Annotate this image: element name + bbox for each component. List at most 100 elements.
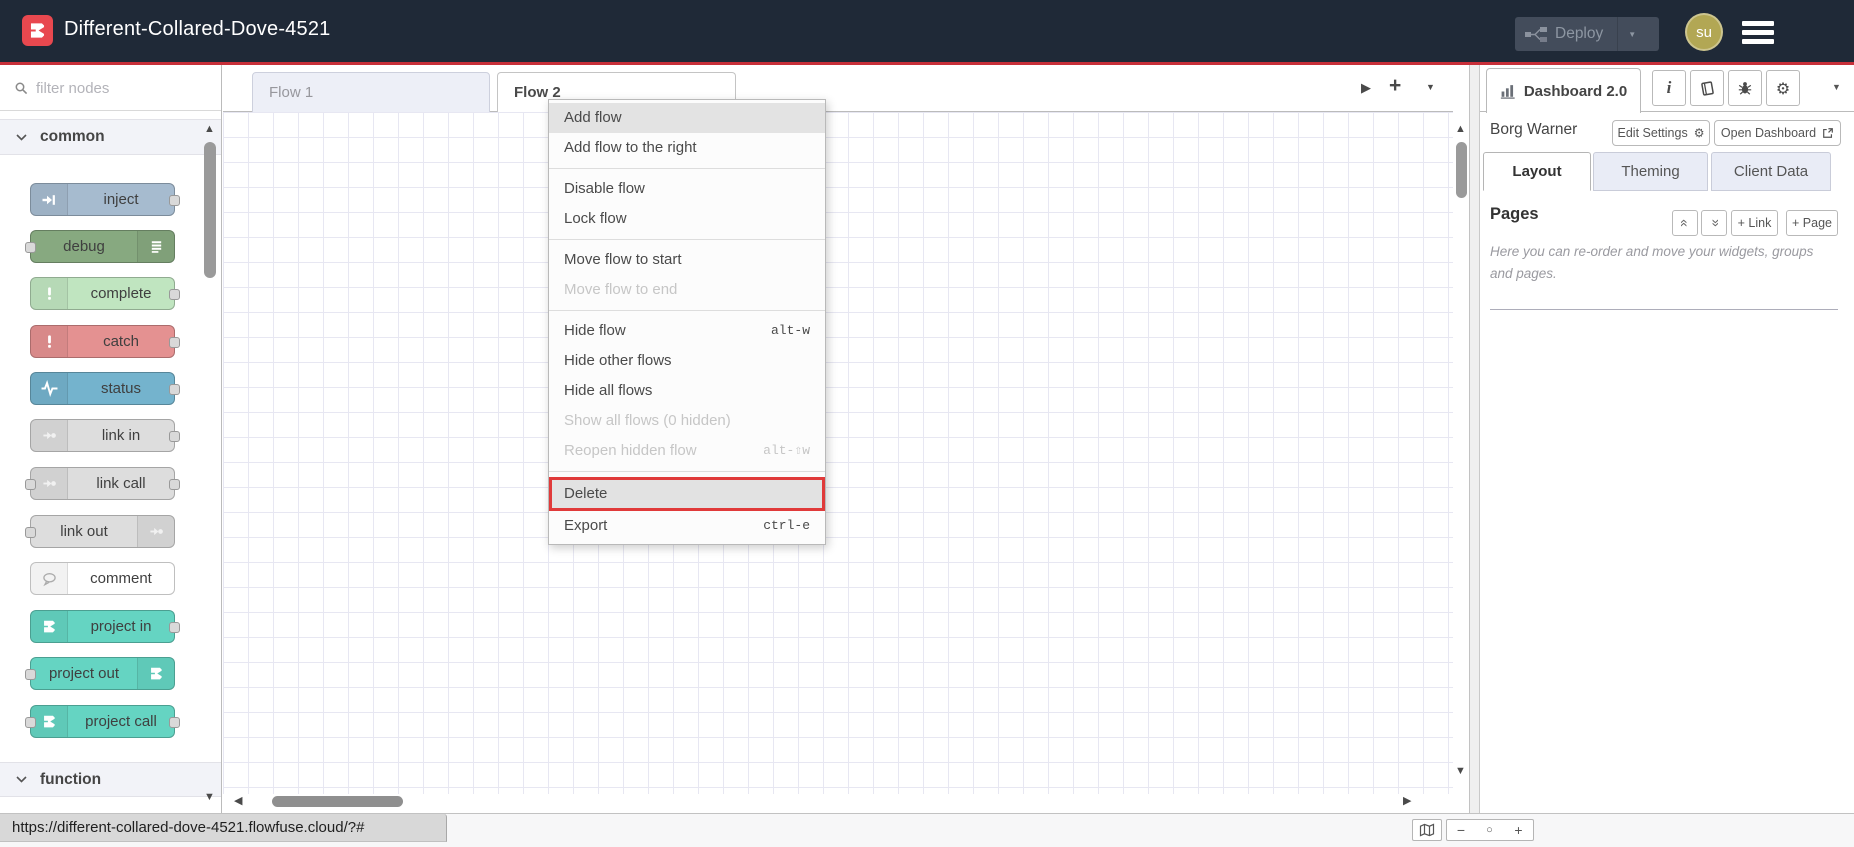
menu-item-hide-other-flows[interactable]: Hide other flows bbox=[549, 346, 825, 376]
deploy-nodes-icon bbox=[1525, 26, 1547, 42]
menu-item-label: Export bbox=[564, 517, 608, 534]
flowfuse-logo-icon[interactable] bbox=[22, 15, 53, 46]
open-dashboard-button[interactable]: Open Dashboard bbox=[1714, 120, 1841, 146]
canvas-scroll-down-icon[interactable]: ▼ bbox=[1455, 764, 1466, 778]
palette-node-comment[interactable]: comment bbox=[30, 562, 175, 595]
add-link-label: + Link bbox=[1737, 216, 1772, 230]
tab-theming[interactable]: Theming bbox=[1593, 152, 1708, 191]
menu-item-lock-flow[interactable]: Lock flow bbox=[549, 204, 825, 234]
menu-item-add-flow[interactable]: Add flow bbox=[549, 103, 825, 133]
menu-item-label: Disable flow bbox=[564, 180, 645, 197]
node-output-port[interactable] bbox=[169, 479, 180, 490]
user-avatar[interactable]: su bbox=[1685, 13, 1723, 51]
sidebar-panel-label: Dashboard 2.0 bbox=[1523, 82, 1628, 100]
flow-list-caret-icon[interactable]: ▼ bbox=[1426, 82, 1435, 92]
palette-node-project-in[interactable]: project in bbox=[30, 610, 180, 643]
info-tab-button[interactable]: i bbox=[1652, 70, 1686, 106]
node-input-port[interactable] bbox=[25, 669, 36, 680]
flow-grid bbox=[223, 112, 1453, 794]
zoom-reset-button[interactable]: ○ bbox=[1475, 819, 1505, 841]
debug-tab-button[interactable] bbox=[1728, 70, 1762, 106]
menu-item-hide-flow[interactable]: Hide flow alt-w bbox=[549, 316, 825, 346]
add-flow-icon[interactable]: + bbox=[1389, 74, 1401, 98]
node-output-port[interactable] bbox=[169, 195, 180, 206]
palette-scrollbar-thumb[interactable] bbox=[204, 142, 216, 278]
flow-context-menu: Add flow Add flow to the right Disable flo… bbox=[548, 99, 826, 545]
palette-category-common[interactable]: common bbox=[0, 119, 221, 155]
menu-item-add-flow-to-the-right[interactable]: Add flow to the right bbox=[549, 133, 825, 163]
palette-node-status[interactable]: status bbox=[30, 372, 180, 405]
menu-item-shortcut: alt-w bbox=[770, 323, 810, 338]
menu-item-delete[interactable]: Delete bbox=[549, 477, 825, 511]
pages-help-text: Here you can re-order and move your widg… bbox=[1490, 244, 1814, 282]
canvas-scroll-right-icon[interactable]: ▶ bbox=[1403, 794, 1411, 808]
bug-icon bbox=[1738, 82, 1752, 95]
palette-node-link-out[interactable]: link out bbox=[25, 515, 175, 548]
canvas-scroll-up-icon[interactable]: ▲ bbox=[1455, 122, 1466, 136]
navigator-button[interactable] bbox=[1412, 819, 1442, 841]
menu-item-hide-all-flows[interactable]: Hide all flows bbox=[549, 376, 825, 406]
zoom-out-button[interactable]: − bbox=[1446, 819, 1476, 841]
comment-bubble-icon bbox=[31, 563, 68, 594]
deploy-button[interactable]: Deploy ▼ bbox=[1515, 17, 1659, 51]
palette-scroll-down-icon[interactable]: ▼ bbox=[204, 790, 215, 804]
palette-scroll-up-icon[interactable]: ▲ bbox=[204, 122, 215, 136]
node-output-port[interactable] bbox=[169, 289, 180, 300]
add-page-button[interactable]: + Page bbox=[1786, 210, 1838, 236]
gear-icon: ⚙ bbox=[1775, 78, 1791, 98]
node-label: debug bbox=[63, 238, 105, 255]
tab-flow-1[interactable]: Flow 1 bbox=[252, 72, 490, 113]
menu-item-disable-flow[interactable]: Disable flow bbox=[549, 174, 825, 204]
tab-layout[interactable]: Layout bbox=[1483, 152, 1591, 191]
circle-icon: ○ bbox=[1486, 824, 1493, 836]
menu-item-export[interactable]: Export ctrl-e bbox=[549, 511, 825, 541]
menu-separator bbox=[549, 239, 825, 240]
palette-node-link-in[interactable]: link in bbox=[30, 419, 180, 452]
node-output-port[interactable] bbox=[169, 384, 180, 395]
filter-nodes-input[interactable] bbox=[36, 75, 186, 101]
link-icon bbox=[31, 420, 68, 451]
menu-item-shortcut: alt-⇧w bbox=[763, 443, 810, 458]
add-link-button[interactable]: + Link bbox=[1731, 210, 1778, 236]
tab-dashboard-2[interactable]: Dashboard 2.0 bbox=[1486, 68, 1641, 113]
edit-settings-label: Edit Settings bbox=[1617, 126, 1688, 140]
node-output-port[interactable] bbox=[169, 622, 180, 633]
zoom-in-button[interactable]: + bbox=[1504, 819, 1534, 841]
menu-item-move-flow-to-start[interactable]: Move flow to start bbox=[549, 245, 825, 275]
palette-node-inject[interactable]: inject bbox=[30, 183, 180, 216]
canvas-vscrollbar-thumb[interactable] bbox=[1456, 142, 1467, 198]
header-bar: Different-Collared-Dove-4521 Deploy ▼ su bbox=[0, 0, 1854, 65]
node-input-port[interactable] bbox=[25, 717, 36, 728]
palette-node-project-out[interactable]: project out bbox=[25, 657, 175, 690]
palette-node-link-call[interactable]: link call bbox=[25, 467, 180, 500]
node-input-port[interactable] bbox=[25, 242, 36, 253]
sidebar-tab-label: Layout bbox=[1512, 163, 1562, 180]
node-output-port[interactable] bbox=[169, 431, 180, 442]
canvas-scroll-left-icon[interactable]: ◀ bbox=[234, 794, 242, 808]
node-output-port[interactable] bbox=[169, 337, 180, 348]
move-down-button[interactable]: « bbox=[1701, 210, 1727, 236]
palette-node-debug[interactable]: debug bbox=[25, 230, 175, 263]
sidebar-tab-bar: Dashboard 2.0 i ⚙ ▼ bbox=[1480, 65, 1854, 113]
canvas-hscrollbar-thumb[interactable] bbox=[272, 796, 403, 807]
palette-node-project-call[interactable]: project call bbox=[25, 705, 180, 738]
node-input-port[interactable] bbox=[25, 479, 36, 490]
tab-client-data[interactable]: Client Data bbox=[1711, 152, 1831, 191]
move-up-button[interactable]: « bbox=[1672, 210, 1698, 236]
menu-item-reopen-hidden-flow: Reopen hidden flow alt-⇧w bbox=[549, 436, 825, 466]
sidebar-caret-icon[interactable]: ▼ bbox=[1832, 82, 1841, 92]
main-menu-icon[interactable] bbox=[1742, 21, 1774, 45]
config-tab-button[interactable]: ⚙ bbox=[1766, 70, 1800, 106]
edit-settings-button[interactable]: Edit Settings ⚙ bbox=[1612, 120, 1710, 146]
node-label: project call bbox=[85, 713, 157, 730]
deploy-caret-icon[interactable]: ▼ bbox=[1628, 30, 1636, 39]
tab-scroll-right-icon[interactable]: ▶ bbox=[1361, 80, 1371, 96]
menu-item-label: Move flow to start bbox=[564, 251, 682, 268]
palette-node-catch[interactable]: catch bbox=[30, 325, 180, 358]
node-output-port[interactable] bbox=[169, 717, 180, 728]
node-input-port[interactable] bbox=[25, 527, 36, 538]
sidebar-resize-handle[interactable] bbox=[1470, 65, 1480, 847]
palette-node-complete[interactable]: complete bbox=[30, 277, 180, 310]
palette-category-function[interactable]: function bbox=[0, 762, 221, 797]
help-tab-button[interactable] bbox=[1690, 70, 1724, 106]
